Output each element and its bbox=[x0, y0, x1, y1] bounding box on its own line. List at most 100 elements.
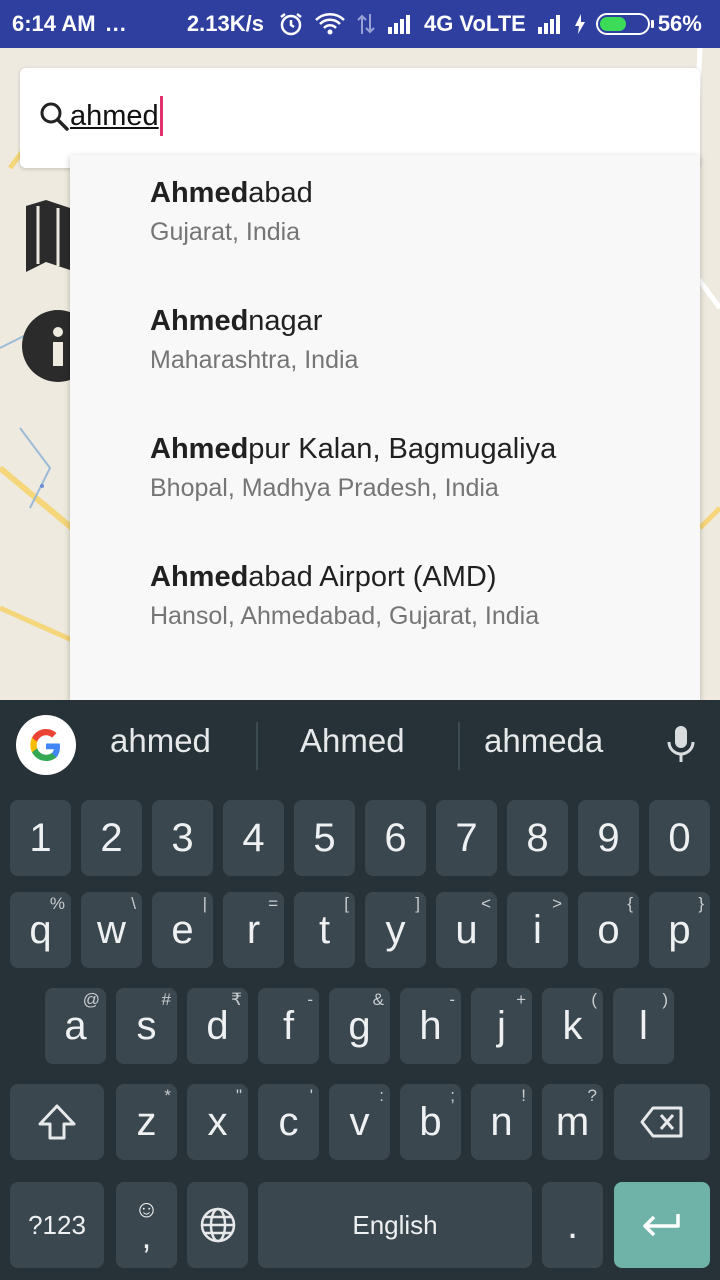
key-label: 2 bbox=[100, 815, 123, 860]
key-label: 1 bbox=[29, 815, 52, 860]
key-p[interactable]: p} bbox=[649, 892, 710, 968]
microphone-icon[interactable] bbox=[664, 724, 698, 764]
key-label: y bbox=[385, 907, 406, 952]
key-1[interactable]: 1 bbox=[10, 800, 71, 876]
suggestion-rest: abad bbox=[248, 177, 313, 209]
battery-icon bbox=[595, 13, 654, 35]
suggestion-item[interactable]: Ahmedabad Airport (AMD) Hansol, Ahmedaba… bbox=[150, 561, 690, 631]
key-hint: ? bbox=[587, 1086, 597, 1105]
search-icon[interactable] bbox=[38, 100, 70, 132]
backspace-key[interactable] bbox=[614, 1084, 710, 1160]
shift-icon bbox=[38, 1104, 76, 1140]
key-q[interactable]: q% bbox=[10, 892, 71, 968]
key-t[interactable]: t[ bbox=[294, 892, 355, 968]
google-icon[interactable] bbox=[16, 715, 76, 775]
search-input[interactable]: ahmed bbox=[70, 96, 163, 136]
key-hint: ' bbox=[309, 1086, 313, 1105]
key-label: l bbox=[639, 1003, 648, 1048]
suggestion-rest: nagar bbox=[248, 305, 323, 337]
key-j[interactable]: j + bbox=[471, 988, 532, 1064]
key-e[interactable]: e | bbox=[152, 892, 213, 968]
key-label: n bbox=[490, 1099, 513, 1144]
key-u[interactable]: u < bbox=[436, 892, 497, 968]
period-key[interactable]: . bbox=[542, 1182, 603, 1268]
key-label: u bbox=[455, 907, 478, 952]
backspace-icon bbox=[640, 1106, 683, 1138]
suggestion-item[interactable]: Ahmedabad Gujarat, India bbox=[150, 177, 690, 247]
key-4[interactable]: 4 bbox=[223, 800, 284, 876]
key-o[interactable]: o{ bbox=[578, 892, 639, 968]
key-l[interactable]: l) bbox=[613, 988, 674, 1064]
key-label: w bbox=[97, 907, 126, 952]
key-label: English bbox=[352, 1209, 438, 1240]
status-network-type: 4G VoLTE bbox=[423, 11, 526, 36]
key-label: s bbox=[136, 1003, 157, 1048]
key-b[interactable]: b; bbox=[400, 1084, 461, 1160]
key-z[interactable]: z * bbox=[116, 1084, 177, 1160]
key-label: 3 bbox=[171, 815, 194, 860]
key-m[interactable]: m? bbox=[542, 1084, 603, 1160]
keyboard: ahmed Ahmed ahmeda 1 2 3 4 5 6 7 8 9 0 q% w \ e | r = t[y… bbox=[0, 700, 720, 1280]
key-7[interactable]: 7 bbox=[436, 800, 497, 876]
signal-icon bbox=[386, 13, 414, 35]
key-hint: ₹ bbox=[231, 990, 242, 1009]
key-8[interactable]: 8 bbox=[507, 800, 568, 876]
space-key[interactable]: English bbox=[258, 1182, 532, 1268]
key-0[interactable]: 0 bbox=[649, 800, 710, 876]
key-label: 6 bbox=[384, 815, 407, 860]
key-label: d bbox=[206, 1003, 229, 1048]
key-label: p bbox=[668, 907, 691, 952]
data-transfer-icon bbox=[356, 12, 376, 36]
key-f[interactable]: f- bbox=[258, 988, 319, 1064]
suggestion-title: Ahmedabad bbox=[150, 177, 690, 210]
key-c[interactable]: c ' bbox=[258, 1084, 319, 1160]
key-s[interactable]: s # bbox=[116, 988, 177, 1064]
key-hint: } bbox=[698, 894, 704, 913]
key-h[interactable]: h- bbox=[400, 988, 461, 1064]
key-y[interactable]: y] bbox=[365, 892, 426, 968]
key-label: b bbox=[419, 1099, 442, 1144]
suggestion-divider bbox=[458, 722, 460, 770]
key-label: 0 bbox=[668, 815, 691, 860]
key-3[interactable]: 3 bbox=[152, 800, 213, 876]
key-label: h bbox=[419, 1003, 442, 1048]
battery-percent: 56% bbox=[657, 11, 702, 36]
key-hint: # bbox=[161, 990, 171, 1009]
key-hint: " bbox=[235, 1086, 242, 1105]
key-n[interactable]: n! bbox=[471, 1084, 532, 1160]
suggestion-item[interactable]: Ahmedpur Kalan, Bagmugaliya Bhopal, Madh… bbox=[150, 433, 690, 503]
key-label: i bbox=[533, 907, 542, 952]
key-g[interactable]: g & bbox=[329, 988, 390, 1064]
suggestion-item[interactable]: Ahmednagar Maharashtra, India bbox=[150, 305, 690, 375]
key-hint: - bbox=[449, 990, 455, 1009]
key-label: g bbox=[348, 1003, 371, 1048]
enter-key[interactable] bbox=[614, 1182, 710, 1268]
suggestion-word[interactable]: Ahmed bbox=[300, 722, 405, 760]
key-w[interactable]: w \ bbox=[81, 892, 142, 968]
key-k[interactable]: k( bbox=[542, 988, 603, 1064]
key-a[interactable]: a @ bbox=[45, 988, 106, 1064]
key-d[interactable]: d ₹ bbox=[187, 988, 248, 1064]
map-legend-icon[interactable] bbox=[22, 198, 70, 276]
key-r[interactable]: r = bbox=[223, 892, 284, 968]
emoji-comma-key[interactable]: ☺, bbox=[116, 1182, 177, 1268]
alarm-icon bbox=[278, 11, 304, 37]
key-label: z bbox=[136, 1099, 157, 1144]
key-label: o bbox=[597, 907, 620, 952]
suggestion-word[interactable]: ahmeda bbox=[484, 722, 603, 760]
suggestion-subtitle: Maharashtra, India bbox=[150, 346, 359, 374]
language-key[interactable] bbox=[187, 1182, 248, 1268]
suggestions-dropdown: Ahmedabad Gujarat, India Ahmednagar Maha… bbox=[70, 155, 700, 700]
key-6[interactable]: 6 bbox=[365, 800, 426, 876]
key-label: f bbox=[282, 1003, 295, 1048]
key-x[interactable]: x " bbox=[187, 1084, 248, 1160]
key-i[interactable]: i > bbox=[507, 892, 568, 968]
suggestion-word[interactable]: ahmed bbox=[110, 722, 211, 760]
key-label: k bbox=[562, 1003, 583, 1048]
key-v[interactable]: v: bbox=[329, 1084, 390, 1160]
key-2[interactable]: 2 bbox=[81, 800, 142, 876]
key-5[interactable]: 5 bbox=[294, 800, 355, 876]
shift-key[interactable] bbox=[10, 1084, 104, 1160]
symbols-key[interactable]: ?123 bbox=[10, 1182, 104, 1268]
key-9[interactable]: 9 bbox=[578, 800, 639, 876]
